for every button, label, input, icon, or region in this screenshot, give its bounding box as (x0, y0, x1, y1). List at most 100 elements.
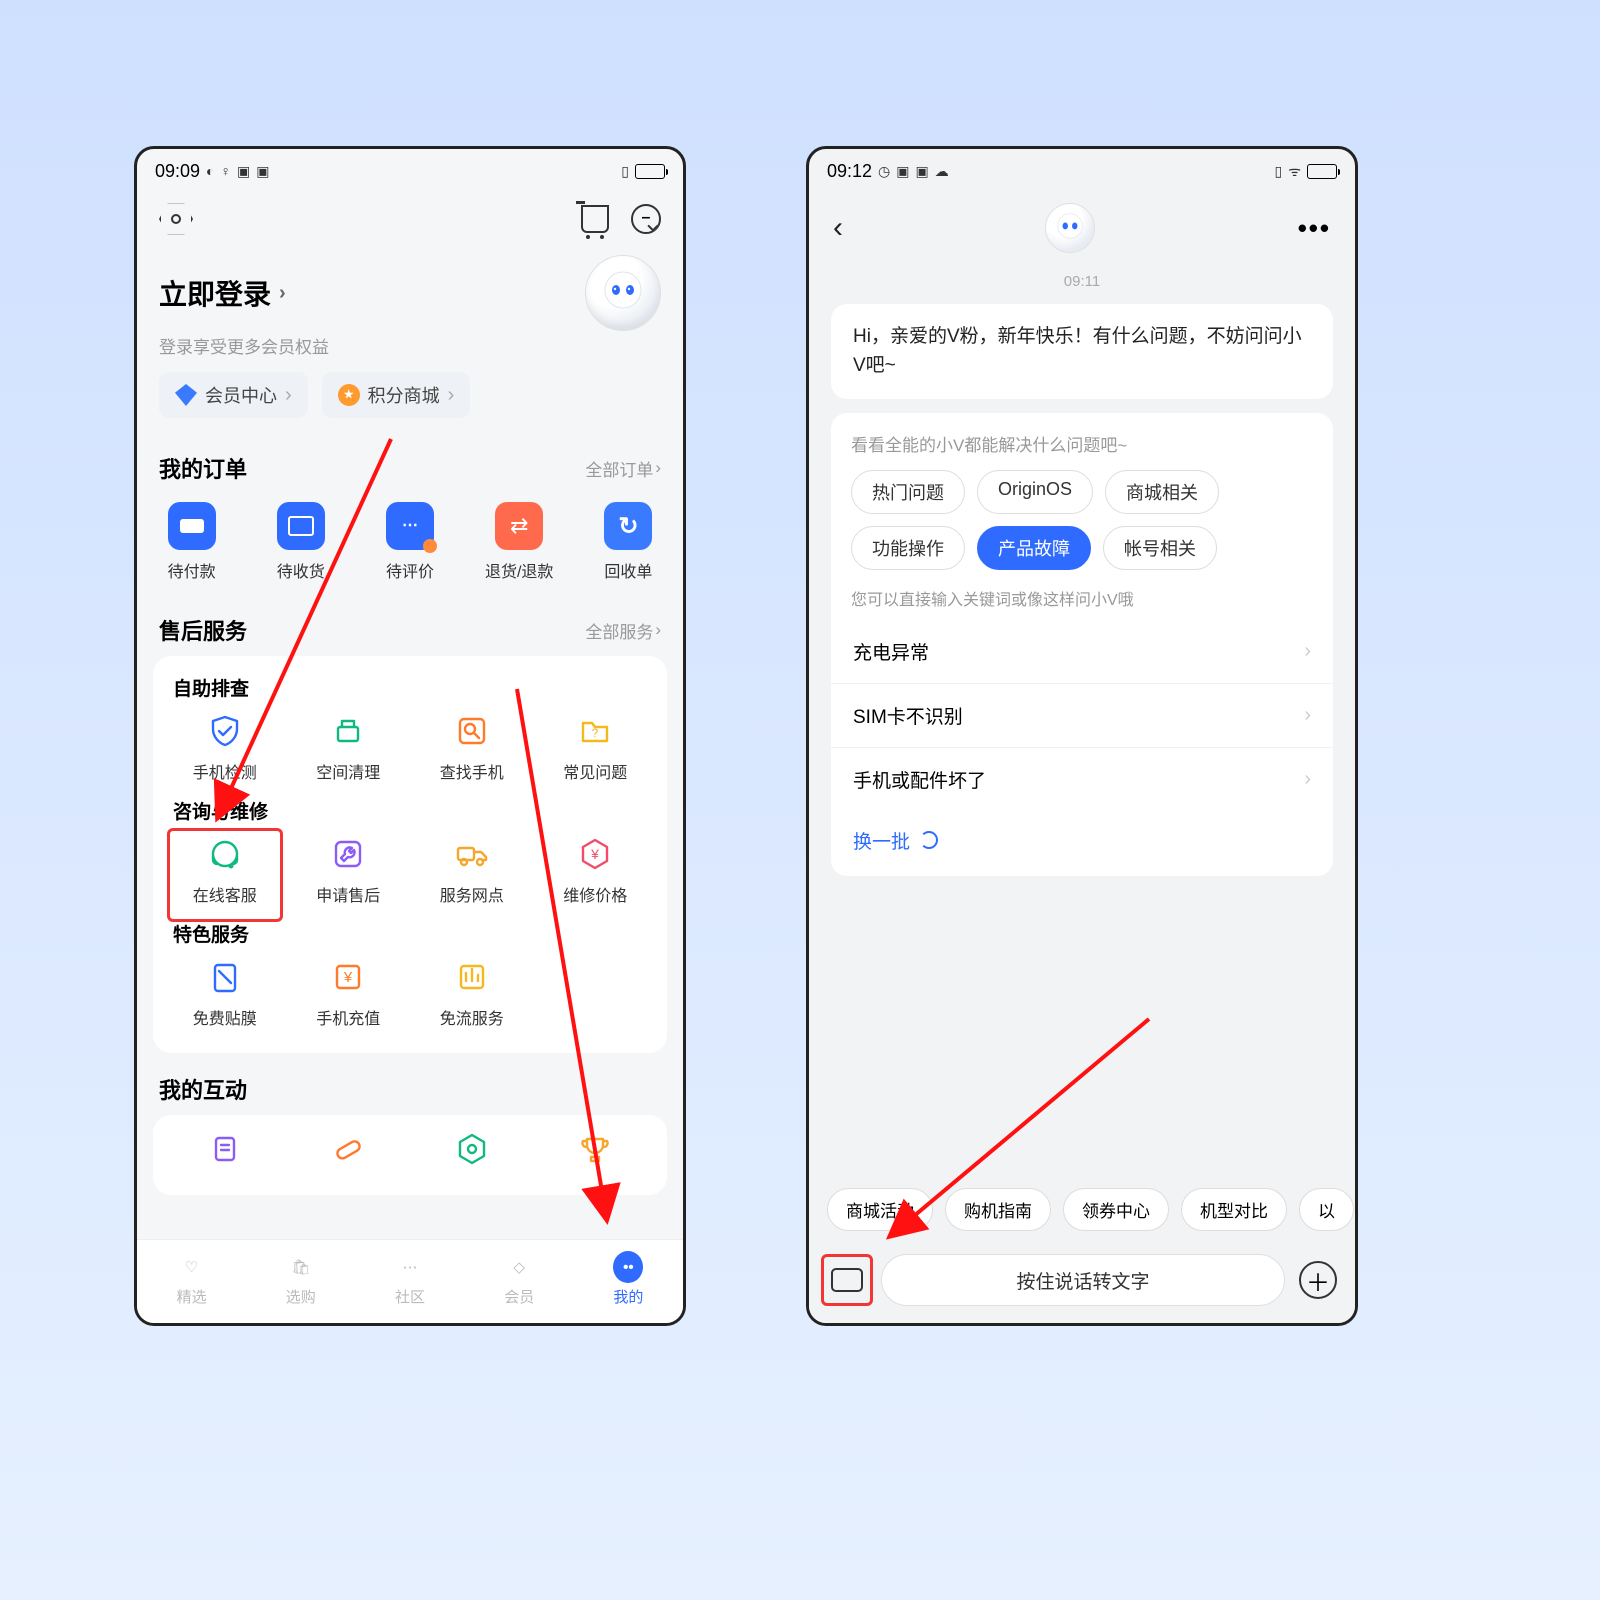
badge-icon-2: ▣ (256, 163, 269, 180)
nav-shop[interactable]: 🛍选购 (246, 1240, 355, 1323)
sim-icon: ▯ (621, 163, 629, 180)
bulb-icon: ♀ (221, 163, 232, 179)
order-recycle[interactable]: 回收单 (574, 502, 683, 582)
order-pending-review[interactable]: 待评价 (355, 502, 464, 582)
svg-text:¥: ¥ (343, 969, 353, 986)
topic-chip[interactable]: 热门问题 (851, 470, 965, 514)
diamond-outline-icon: ◇ (504, 1252, 534, 1282)
service-item-维修价格[interactable]: ¥维修价格 (534, 834, 658, 920)
header (137, 193, 683, 245)
suggestion-chip[interactable]: 以 (1299, 1188, 1354, 1231)
interact-item[interactable] (534, 1129, 658, 1191)
question-list: 充电异常›SIM卡不识别›手机或配件坏了› (851, 620, 1313, 811)
recycle-icon (604, 502, 652, 550)
chevron-right-icon: › (1304, 704, 1311, 727)
chevron-right-icon: › (1304, 768, 1311, 791)
pricehex-icon: ¥ (575, 834, 615, 874)
service-item-在线客服[interactable]: 在线客服 (163, 834, 287, 920)
star-icon (338, 384, 360, 406)
nav-member[interactable]: ◇会员 (465, 1240, 574, 1323)
badge-icon-1: ▣ (896, 163, 909, 180)
film-icon (205, 957, 245, 997)
suggestion-chip[interactable]: 购机指南 (945, 1188, 1051, 1231)
service-item-手机检测[interactable]: 手机检测 (163, 711, 287, 797)
do-not-disturb-icon: ◐ (206, 163, 214, 179)
chevron-right-icon: › (1304, 640, 1311, 663)
shield-icon (205, 711, 245, 751)
service-more[interactable]: 全部服务› (585, 618, 661, 643)
yen-icon: ¥ (328, 957, 368, 997)
search-icon (452, 711, 492, 751)
nav-mine[interactable]: ••我的 (574, 1240, 683, 1323)
greeting-bubble: Hi，亲爱的V粉，新年快乐！有什么问题，不妨问问小V吧~ (831, 304, 1333, 399)
order-return[interactable]: 退货/退款 (465, 502, 574, 582)
service-item-查找手机[interactable]: 查找手机 (410, 711, 534, 797)
mine-avatar-icon: •• (613, 1251, 643, 1283)
panel-lead: 看看全能的小V都能解决什么问题吧~ (851, 431, 1313, 456)
service-item-手机充值[interactable]: ¥手机充值 (287, 957, 411, 1043)
status-bar-r: 09:12 ◷ ▣ ▣ ☁ ▯ ᯤ (809, 149, 1355, 193)
interact-item[interactable] (287, 1129, 411, 1191)
input-bar: 按住说话转文字 ＋ (809, 1237, 1355, 1323)
topic-chip[interactable]: OriginOS (977, 470, 1093, 514)
plus-button[interactable]: ＋ (1299, 1261, 1337, 1299)
interact-item[interactable] (163, 1129, 287, 1191)
broom-icon (328, 711, 368, 751)
order-pending-pay[interactable]: 待付款 (137, 502, 246, 582)
topic-chip[interactable]: 产品故障 (977, 526, 1091, 570)
login-subtitle: 登录享受更多会员权益 (137, 331, 683, 372)
refresh-button[interactable]: 换一批 (851, 811, 1313, 872)
keyboard-toggle[interactable] (827, 1260, 867, 1300)
nav-community[interactable]: ⋯社区 (355, 1240, 464, 1323)
voice-input[interactable]: 按住说话转文字 (881, 1254, 1285, 1306)
service-item-常见问题[interactable]: ?常见问题 (534, 711, 658, 797)
member-center-pill[interactable]: 会员中心› (159, 372, 308, 418)
service-card: 自助排查手机检测空间清理查找手机?常见问题咨询与维修在线客服申请售后服务网点¥维… (153, 656, 667, 1053)
wallet-icon (168, 502, 216, 550)
topic-chip[interactable]: 商城相关 (1105, 470, 1219, 514)
service-title: 售后服务 (159, 614, 247, 646)
faq-row[interactable]: SIM卡不识别› (851, 684, 1313, 747)
wrench-icon (328, 834, 368, 874)
service-item-申请售后[interactable]: 申请售后 (287, 834, 411, 920)
points-mall-pill[interactable]: 积分商城› (322, 372, 471, 418)
topic-chip[interactable]: 功能操作 (851, 526, 965, 570)
login-title[interactable]: 立即登录› (159, 273, 286, 313)
messages-icon[interactable] (631, 204, 661, 234)
topic-chip[interactable]: 帐号相关 (1103, 526, 1217, 570)
order-pending-receive[interactable]: 待收货 (246, 502, 355, 582)
avatar[interactable] (585, 255, 661, 331)
bag-icon: 🛍 (286, 1252, 316, 1282)
back-icon[interactable]: ‹ (833, 211, 843, 245)
service-group-title: 自助排查 (163, 674, 657, 711)
chat-avatar[interactable] (1045, 203, 1095, 253)
suggestion-chip[interactable]: 领券中心 (1063, 1188, 1169, 1231)
diamond-icon (175, 384, 197, 406)
cart-icon[interactable] (581, 205, 609, 233)
swap-icon (495, 502, 543, 550)
interact-item[interactable] (410, 1129, 534, 1191)
interact-card (153, 1115, 667, 1195)
orders-more[interactable]: 全部订单› (585, 456, 661, 481)
sim-icon: ▯ (1274, 163, 1282, 180)
suggestion-chip[interactable]: 机型对比 (1181, 1188, 1287, 1231)
suggestion-chip[interactable]: 商城活动 (827, 1188, 933, 1231)
badge-icon-1: ▣ (237, 163, 250, 180)
faq-row[interactable]: 充电异常› (851, 620, 1313, 683)
clock-icon: ◷ (878, 163, 890, 180)
more-icon[interactable]: ••• (1298, 213, 1331, 244)
service-item-免流服务[interactable]: 免流服务 (410, 957, 534, 1043)
service-item-空间清理[interactable]: 空间清理 (287, 711, 411, 797)
battery-icon-r (1307, 164, 1337, 179)
nav-featured[interactable]: ♡精选 (137, 1240, 246, 1323)
pill-icon (328, 1129, 368, 1169)
badge-icon-2: ▣ (916, 163, 929, 180)
faq-row[interactable]: 手机或配件坏了› (851, 748, 1313, 811)
settings-hex-icon[interactable] (159, 202, 193, 236)
status-bar: 09:09 ◐ ♀ ▣ ▣ ▯ (137, 149, 683, 193)
service-item-免费贴膜[interactable]: 免费贴膜 (163, 957, 287, 1043)
faq-panel: 看看全能的小V都能解决什么问题吧~ 热门问题 OriginOS 商城相关功能操作产品… (831, 413, 1333, 876)
bottom-nav: ♡精选 🛍选购 ⋯社区 ◇会员 ••我的 (137, 1239, 683, 1323)
service-item-服务网点[interactable]: 服务网点 (410, 834, 534, 920)
data-icon (452, 957, 492, 997)
